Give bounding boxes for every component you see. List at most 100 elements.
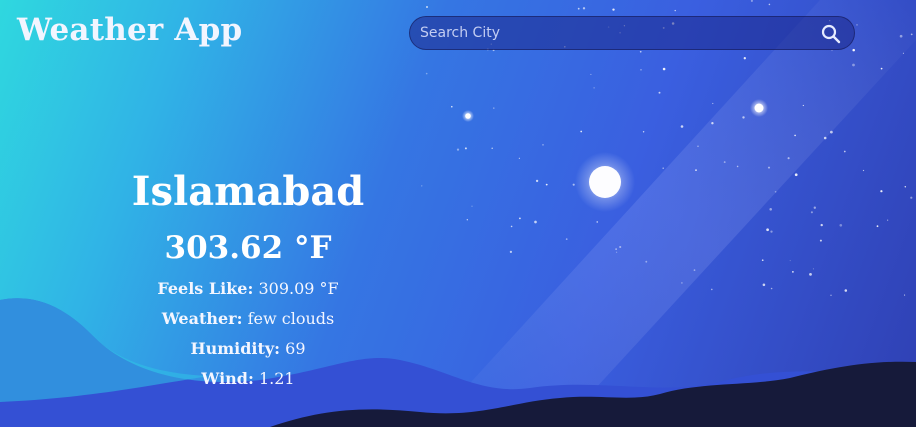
star-dot: [658, 91, 661, 94]
city-name: Islamabad: [131, 168, 365, 215]
star-dot: [493, 107, 495, 109]
star-dot: [899, 34, 903, 38]
star-dot: [770, 287, 773, 290]
star-dot: [844, 289, 848, 292]
star-dot: [662, 67, 666, 71]
star-dot: [697, 145, 699, 147]
app-background: Weather App Islamabad 303.62 °F Feels Li…: [0, 0, 916, 427]
star-dot: [712, 102, 714, 105]
star-dot: [535, 179, 539, 183]
star-icon: [465, 113, 471, 119]
star-dot: [887, 219, 889, 221]
wind-value: 1.21: [258, 369, 295, 388]
star-dot: [767, 166, 771, 169]
star-dot: [711, 122, 714, 125]
temperature: 303.62 °F: [164, 230, 332, 266]
star-dot: [471, 205, 473, 207]
condition-value: few clouds: [247, 309, 335, 328]
humidity-value: 69: [285, 339, 306, 358]
star-dot: [830, 294, 832, 296]
star-dot: [565, 238, 568, 240]
star-dot: [839, 223, 843, 227]
condition-row: Weather: few clouds: [78, 304, 418, 334]
star-dot: [542, 144, 544, 146]
app-title: Weather App: [17, 12, 243, 48]
star-dot: [880, 67, 883, 70]
star-dot: [619, 245, 622, 249]
bright-star-icon: [754, 103, 764, 113]
wind-row: Wind: 1.21: [78, 364, 418, 394]
star-dot: [466, 219, 468, 221]
star-dot: [876, 225, 879, 228]
star-dot: [862, 169, 865, 172]
star-dot: [695, 169, 697, 171]
star-dot: [662, 167, 664, 169]
search-button[interactable]: [820, 23, 842, 45]
star-dot: [910, 196, 913, 199]
star-dot: [902, 52, 904, 54]
star-dot: [674, 9, 676, 12]
humidity-row: Humidity: 69: [78, 334, 418, 364]
star-dot: [794, 173, 798, 177]
star-dot: [852, 48, 855, 52]
star-dot: [582, 7, 586, 10]
condition-label: Weather:: [161, 309, 243, 328]
star-dot: [509, 250, 513, 254]
star-dot: [769, 208, 772, 211]
star-dot: [425, 72, 428, 75]
star-dot: [910, 33, 913, 36]
star-dot: [710, 288, 713, 291]
star-dot: [645, 260, 648, 263]
feels-like-label: Feels Like:: [157, 279, 254, 298]
star-dot: [761, 259, 764, 262]
star-dot: [572, 183, 575, 186]
star-dot: [766, 228, 769, 232]
star-dot: [642, 131, 645, 133]
search-input[interactable]: [410, 17, 820, 49]
star-dot: [904, 294, 906, 296]
star-dot: [640, 69, 642, 71]
star-dot: [809, 273, 812, 276]
star-dot: [743, 57, 746, 60]
star-dot: [456, 148, 460, 151]
search-icon: [821, 24, 841, 44]
star-dot: [518, 157, 520, 159]
star-dot: [577, 7, 580, 10]
star-dot: [545, 183, 548, 186]
star-dot: [880, 190, 883, 193]
star-dot: [802, 104, 804, 107]
star-dot: [774, 190, 777, 193]
star-dot: [904, 186, 907, 188]
star-dot: [464, 147, 467, 150]
star-dot: [590, 73, 592, 75]
star-dot: [615, 251, 618, 253]
star-dot: [810, 211, 813, 214]
star-dot: [819, 239, 822, 242]
star-dot: [421, 185, 423, 187]
star-dot: [762, 283, 766, 287]
feels-like-row: Feels Like: 309.09 °F: [78, 274, 418, 304]
star-dot: [852, 63, 855, 67]
star-dot: [425, 5, 429, 9]
star-dot: [823, 136, 827, 140]
star-dot: [843, 150, 846, 153]
star-dot: [856, 24, 858, 26]
star-dot: [812, 268, 814, 270]
star-dot: [593, 87, 595, 89]
star-dot: [789, 260, 791, 262]
star-dot: [736, 165, 739, 168]
star-dot: [596, 221, 598, 223]
feels-like-value: 309.09 °F: [258, 279, 339, 298]
search-bar[interactable]: [409, 16, 855, 50]
star-dot: [580, 130, 583, 133]
star-dot: [680, 125, 684, 128]
humidity-label: Humidity:: [190, 339, 281, 358]
star-dot: [820, 223, 823, 227]
star-dot: [612, 8, 615, 11]
star-dot: [831, 50, 833, 52]
star-dot: [510, 225, 513, 228]
star-dot: [693, 269, 696, 271]
weather-panel: Islamabad 303.62 °F Feels Like: 309.09 °…: [78, 168, 418, 394]
star-dot: [792, 271, 794, 273]
moon-icon: [589, 166, 621, 198]
